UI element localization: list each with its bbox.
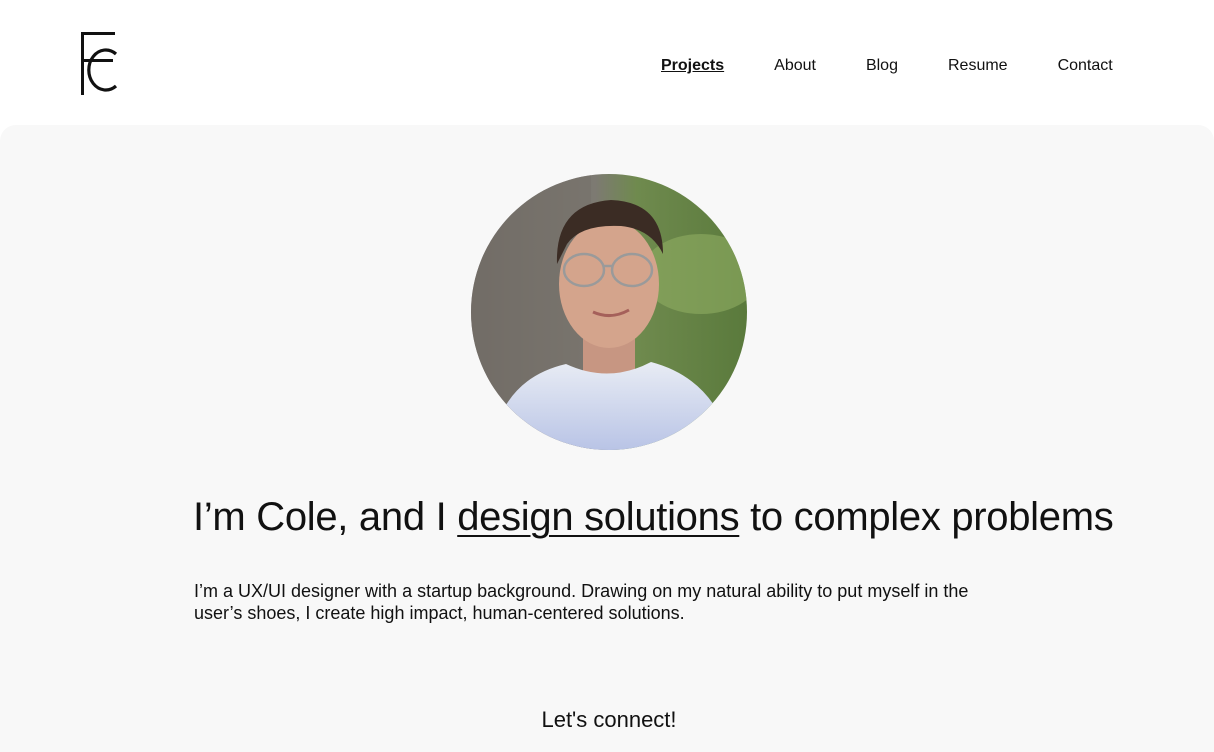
nav-projects-link[interactable]: Projects [661, 56, 724, 76]
connect-heading: Let's connect! [541, 707, 677, 732]
intro-paragraph: I’m a UX/UI designer with a startup back… [194, 581, 969, 623]
profile-photo [471, 174, 747, 450]
site-header: Projects About Blog Resume Contact [0, 0, 1214, 125]
design-solutions-link[interactable]: design solutions [457, 495, 739, 539]
nav-about-link[interactable]: About [774, 56, 816, 76]
nav-resume-link[interactable]: Resume [948, 56, 1008, 76]
fc-logo-icon[interactable] [79, 30, 119, 97]
headline-prefix: I’m Cole, and I [193, 495, 458, 539]
nav-contact-link[interactable]: Contact [1058, 56, 1113, 76]
main-nav: Projects About Blog Resume Contact [661, 56, 1113, 76]
headline-suffix: to complex problems [739, 495, 1114, 539]
hero-headline: I’m Cole, and I design solutions to comp… [193, 493, 1183, 541]
nav-blog-link[interactable]: Blog [866, 56, 898, 76]
